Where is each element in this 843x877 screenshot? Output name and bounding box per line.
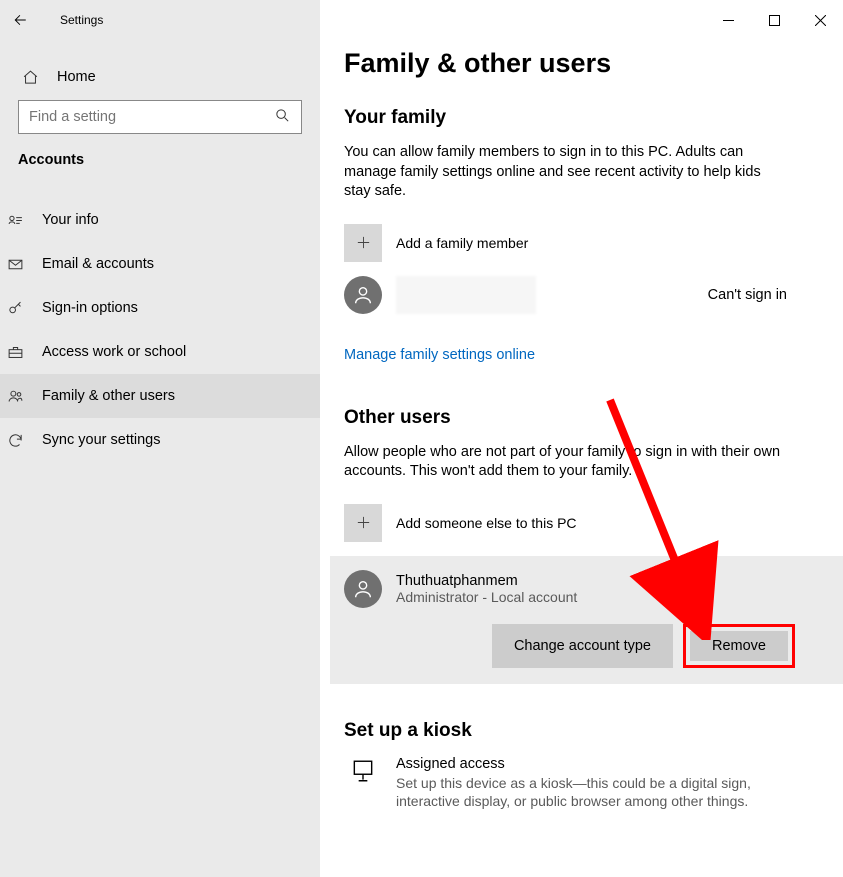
search-icon bbox=[274, 107, 291, 127]
sidebar-item-work[interactable]: Access work or school bbox=[0, 330, 338, 374]
page-title: Family & other users bbox=[344, 48, 819, 79]
member-name-redacted bbox=[396, 276, 536, 314]
kiosk-heading: Set up a kiosk bbox=[344, 720, 819, 742]
sidebar-item-family[interactable]: Family & other users bbox=[0, 374, 338, 418]
search-input[interactable] bbox=[29, 109, 274, 125]
people-icon bbox=[6, 387, 24, 405]
kiosk-icon bbox=[344, 756, 382, 784]
nav-label: Email & accounts bbox=[42, 256, 154, 272]
kiosk-title: Assigned access bbox=[396, 756, 776, 772]
maximize-button[interactable] bbox=[751, 4, 797, 36]
nav-label: Access work or school bbox=[42, 344, 186, 360]
member-status: Can't sign in bbox=[708, 287, 787, 303]
search-box[interactable] bbox=[18, 100, 302, 134]
badge-icon bbox=[6, 211, 24, 229]
family-desc: You can allow family members to sign in … bbox=[344, 143, 784, 202]
plus-icon bbox=[344, 504, 382, 542]
sidebar-item-email[interactable]: Email & accounts bbox=[0, 242, 338, 286]
sidebar-section: Accounts bbox=[18, 152, 302, 168]
sidebar: Home Accounts Your info Email & accounts bbox=[0, 0, 320, 877]
window-title: Settings bbox=[60, 13, 103, 27]
user-name: Thuthuatphanmem bbox=[396, 573, 577, 589]
other-desc: Allow people who are not part of your fa… bbox=[344, 443, 784, 482]
avatar bbox=[344, 570, 382, 608]
sidebar-item-your-info[interactable]: Your info bbox=[0, 198, 338, 242]
key-icon bbox=[6, 299, 24, 317]
sync-icon bbox=[6, 431, 24, 449]
sidebar-item-sync[interactable]: Sync your settings bbox=[0, 418, 338, 462]
titlebar: Settings bbox=[0, 0, 843, 40]
plus-icon bbox=[344, 224, 382, 262]
mail-icon bbox=[6, 255, 24, 273]
add-family-member[interactable]: Add a family member bbox=[344, 224, 819, 262]
other-user-card[interactable]: Thuthuatphanmem Administrator - Local ac… bbox=[330, 556, 843, 684]
family-member-row[interactable]: Can't sign in bbox=[344, 276, 819, 314]
other-heading: Other users bbox=[344, 407, 819, 429]
user-role: Administrator - Local account bbox=[396, 589, 577, 605]
nav-label: Family & other users bbox=[42, 388, 175, 404]
nav-label: Sync your settings bbox=[42, 432, 160, 448]
home-label: Home bbox=[57, 69, 96, 85]
content-area: Family & other users Your family You can… bbox=[320, 0, 843, 877]
add-family-label: Add a family member bbox=[396, 235, 528, 251]
family-heading: Your family bbox=[344, 107, 819, 129]
sidebar-item-signin[interactable]: Sign-in options bbox=[0, 286, 338, 330]
home-icon bbox=[21, 68, 39, 86]
remove-highlight-annotation: Remove bbox=[683, 624, 795, 668]
kiosk-desc: Set up this device as a kiosk—this could… bbox=[396, 774, 776, 810]
add-other-label: Add someone else to this PC bbox=[396, 515, 577, 531]
sidebar-home[interactable]: Home bbox=[18, 58, 302, 100]
change-account-type-button[interactable]: Change account type bbox=[492, 624, 673, 668]
sidebar-nav: Your info Email & accounts Sign-in optio… bbox=[0, 182, 338, 462]
close-button[interactable] bbox=[797, 4, 843, 36]
back-button[interactable] bbox=[0, 0, 40, 40]
kiosk-row[interactable]: Assigned access Set up this device as a … bbox=[344, 756, 819, 810]
avatar bbox=[344, 276, 382, 314]
nav-label: Your info bbox=[42, 212, 99, 228]
add-other-user[interactable]: Add someone else to this PC bbox=[344, 504, 819, 542]
manage-family-link[interactable]: Manage family settings online bbox=[344, 347, 535, 363]
remove-button[interactable]: Remove bbox=[690, 631, 788, 661]
briefcase-icon bbox=[6, 343, 24, 361]
minimize-button[interactable] bbox=[705, 4, 751, 36]
nav-label: Sign-in options bbox=[42, 300, 138, 316]
